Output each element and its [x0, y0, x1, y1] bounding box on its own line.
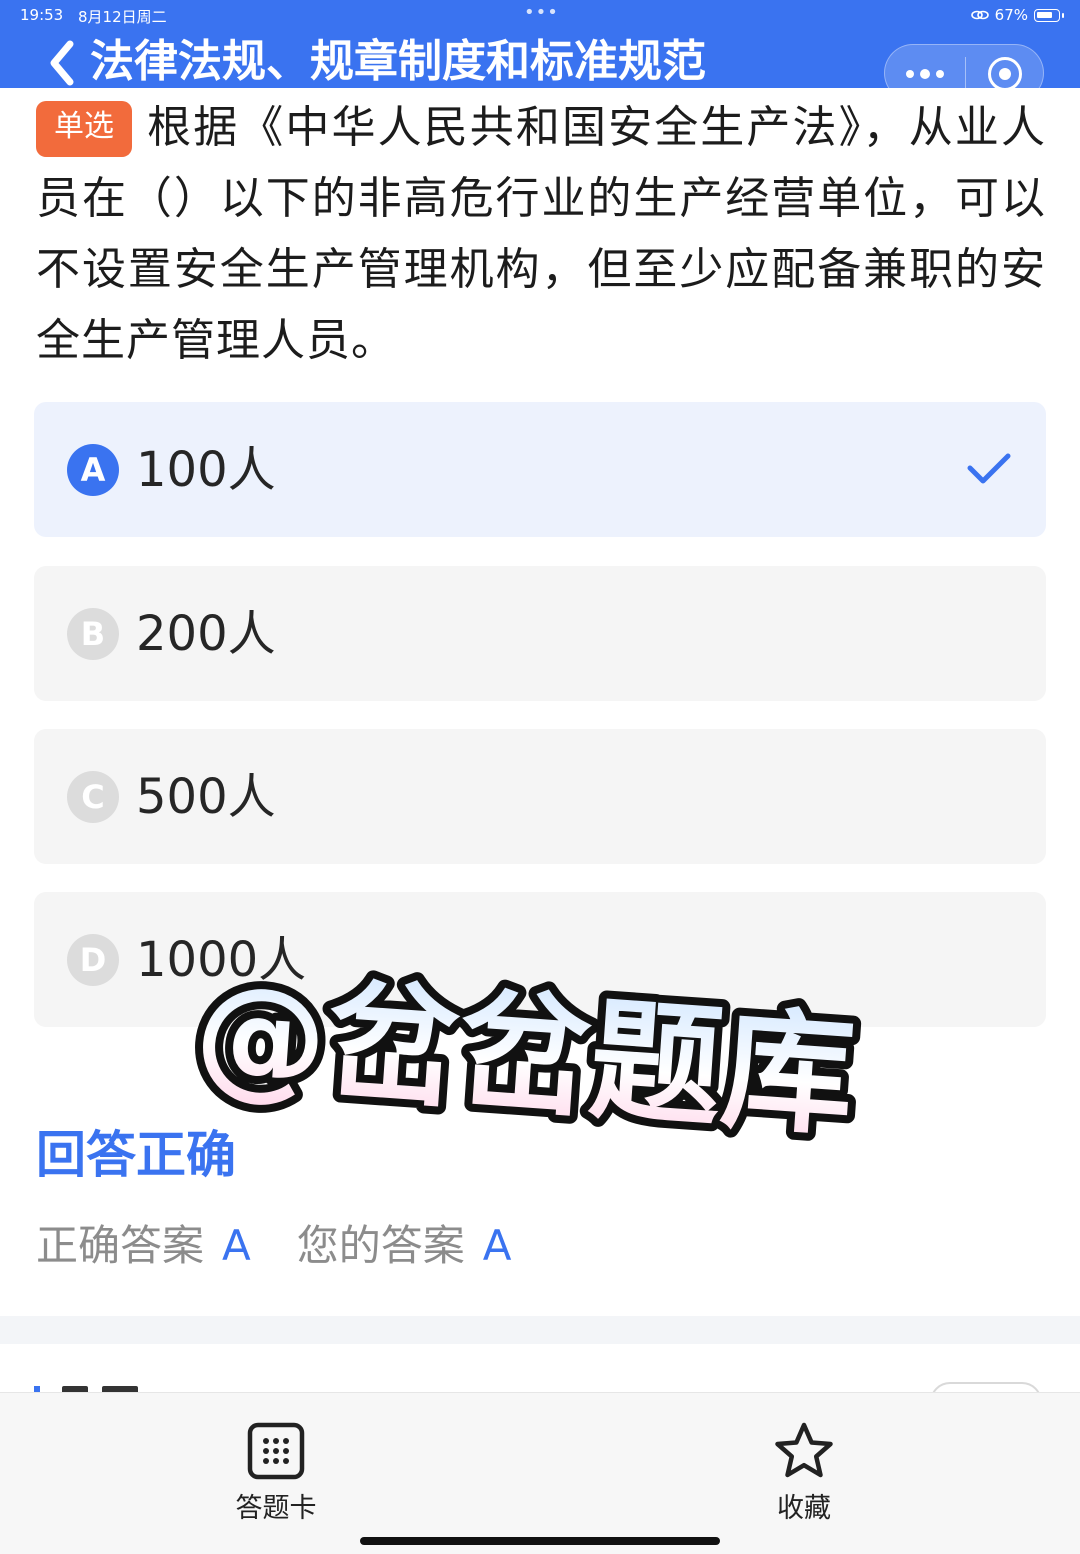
- option-text: 200人: [136, 606, 276, 662]
- watermark-logo: @岔岔题库: [188, 962, 867, 1162]
- option-text: 500人: [136, 769, 276, 825]
- option-letter: B: [67, 608, 119, 660]
- back-button[interactable]: [44, 38, 88, 88]
- option-b[interactable]: B 200人: [34, 566, 1046, 701]
- header-bar: 19:53 8月12日周二 ••• 67% 法律法规、规章制度和标准规范: [0, 0, 1080, 88]
- status-bar: 19:53 8月12日周二 ••• 67%: [0, 0, 1080, 30]
- favorite-label: 收藏: [777, 1493, 831, 1524]
- option-letter: A: [67, 444, 119, 496]
- grid-card-icon: [247, 1422, 305, 1480]
- option-a[interactable]: A 100人: [34, 402, 1046, 537]
- page-title: 法律法规、规章制度和标准规范: [90, 36, 706, 87]
- correct-answer-label: 正确答案: [36, 1221, 205, 1270]
- option-letter: D: [67, 934, 119, 986]
- status-time: 19:53: [20, 6, 64, 24]
- battery-percent: 67%: [994, 6, 1028, 24]
- favorite-button[interactable]: 收藏: [734, 1421, 874, 1531]
- close-mini-program-button[interactable]: [965, 45, 1045, 88]
- option-text: 100人: [136, 442, 276, 498]
- your-answer-label: 您的答案: [296, 1221, 465, 1270]
- more-dots-icon: [906, 70, 914, 78]
- multitask-dots-icon[interactable]: •••: [524, 2, 559, 23]
- question-stem: 单选 根据《中华人民共和国安全生产法》，从业人员在（）以下的非高危行业的生产经营单…: [36, 92, 1046, 376]
- status-right: 67%: [970, 6, 1064, 24]
- star-icon: [775, 1422, 833, 1478]
- more-button[interactable]: [885, 45, 965, 88]
- your-answer-value: A: [482, 1221, 512, 1270]
- battery-icon: [1034, 8, 1064, 22]
- section-divider: [0, 1316, 1080, 1344]
- correct-answer-value: A: [222, 1221, 251, 1270]
- answer-summary: 正确答案 A 您的答案 A: [36, 1214, 512, 1278]
- check-icon: [967, 453, 1011, 484]
- home-indicator[interactable]: [360, 1537, 720, 1545]
- question-text: 根据《中华人民共和国安全生产法》，从业人员在（）以下的非高危行业的生产经营单位，…: [36, 102, 1046, 366]
- option-c[interactable]: C 500人: [34, 729, 1046, 864]
- answer-card-label: 答题卡: [235, 1493, 317, 1524]
- watermark-text: @岔岔题库: [190, 962, 859, 1155]
- question-type-badge: 单选: [36, 101, 132, 157]
- link-icon: [970, 10, 989, 20]
- bottom-toolbar: 答题卡 收藏: [0, 1392, 1080, 1554]
- chevron-left-icon: [50, 40, 74, 86]
- option-letter: C: [67, 771, 119, 823]
- status-date: 8月12日周二: [78, 8, 167, 26]
- mini-program-capsule: [884, 44, 1044, 88]
- answer-card-button[interactable]: 答题卡: [206, 1421, 346, 1531]
- target-circle-icon: [988, 57, 1022, 88]
